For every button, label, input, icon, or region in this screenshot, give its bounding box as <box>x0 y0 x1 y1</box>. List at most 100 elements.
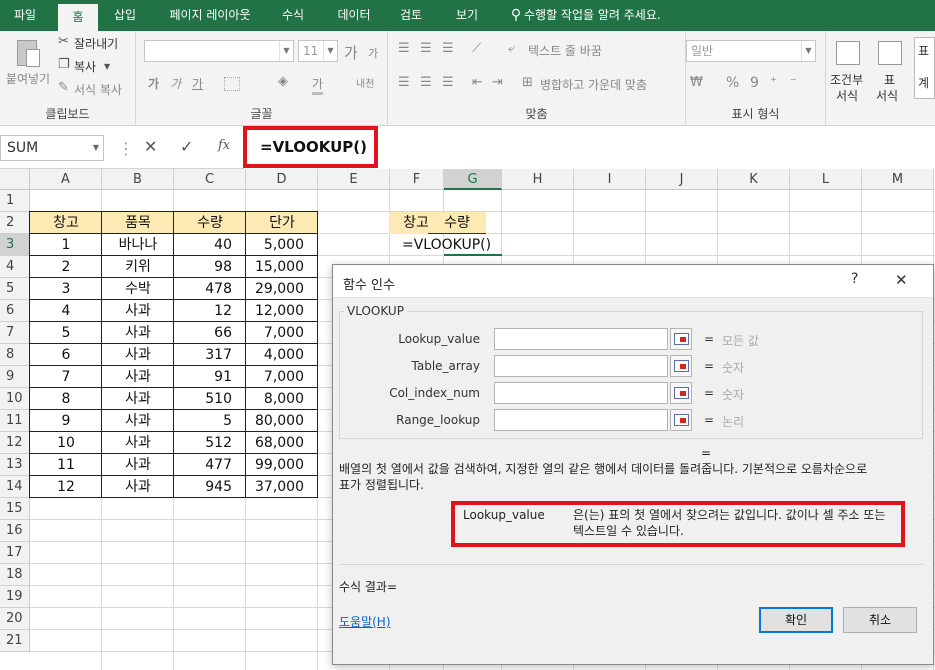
column-header-g[interactable]: G <box>444 169 502 190</box>
table-cell[interactable]: 99,000 <box>246 454 318 476</box>
align-middle-icon[interactable]: ☰ <box>420 41 432 57</box>
table-cell[interactable]: 10 <box>30 432 102 454</box>
argument-input-col-index-num[interactable] <box>494 382 668 404</box>
insert-function-icon[interactable]: fx <box>218 138 230 153</box>
table-header-cell[interactable]: 단가 <box>246 212 318 234</box>
tab-page-layout[interactable]: 페이지 레이아웃 <box>156 0 264 31</box>
italic-button[interactable]: 가 <box>170 75 181 92</box>
bold-button[interactable]: 가 <box>148 75 159 92</box>
table-cell[interactable]: 9 <box>30 410 102 432</box>
active-cell-g3[interactable]: =VLOOKUP() <box>400 234 491 256</box>
row-header-13[interactable]: 13 <box>0 454 30 476</box>
help-icon[interactable]: ? <box>851 271 858 287</box>
row-header-15[interactable]: 15 <box>0 498 30 520</box>
row-header-20[interactable]: 20 <box>0 608 30 630</box>
column-header-a[interactable]: A <box>30 169 102 190</box>
number-format-combo[interactable]: 일반 ▼ <box>686 40 816 62</box>
row-header-10[interactable]: 10 <box>0 388 30 410</box>
argument-input-table-array[interactable] <box>494 355 668 377</box>
table-cell[interactable]: 66 <box>174 322 246 344</box>
range-select-icon[interactable] <box>670 382 692 404</box>
range-select-icon[interactable] <box>670 328 692 350</box>
row-header-5[interactable]: 5 <box>0 278 30 300</box>
ok-button[interactable]: 확인 <box>759 607 833 633</box>
chevron-down-icon[interactable]: ▼ <box>93 136 99 160</box>
tab-formulas[interactable]: 수식 <box>272 0 314 31</box>
decrease-decimal-icon[interactable]: ⁻ <box>790 75 797 91</box>
column-header-c[interactable]: C <box>174 169 246 190</box>
orientation-icon[interactable]: ⟋ <box>472 41 481 57</box>
table-cell[interactable]: 5,000 <box>246 234 318 256</box>
table-cell[interactable]: 317 <box>174 344 246 366</box>
table-cell[interactable]: 7,000 <box>246 322 318 344</box>
table-cell[interactable]: 바나나 <box>102 234 174 256</box>
grow-font-button[interactable]: 가 <box>344 42 358 63</box>
row-header-18[interactable]: 18 <box>0 564 30 586</box>
table-cell[interactable]: 7 <box>30 366 102 388</box>
table-format-icon[interactable] <box>878 41 902 65</box>
range-select-icon[interactable] <box>670 355 692 377</box>
row-header-11[interactable]: 11 <box>0 410 30 432</box>
align-bottom-icon[interactable]: ☰ <box>442 41 454 57</box>
row-header-2[interactable]: 2 <box>0 212 30 234</box>
column-header-l[interactable]: L <box>790 169 862 190</box>
table-cell[interactable]: 512 <box>174 432 246 454</box>
tab-data[interactable]: 데이터 <box>326 0 382 31</box>
align-right-icon[interactable]: ☰ <box>442 75 454 91</box>
table-cell[interactable]: 68,000 <box>246 432 318 454</box>
table-cell[interactable]: 사과 <box>102 432 174 454</box>
column-header-f[interactable]: F <box>390 169 444 190</box>
table-cell[interactable]: 12 <box>30 476 102 498</box>
table-cell[interactable]: 사과 <box>102 454 174 476</box>
table-cell[interactable]: 1 <box>30 234 102 256</box>
copy-button[interactable]: 복사 <box>74 58 96 75</box>
increase-decimal-icon[interactable]: ⁺ <box>770 75 777 91</box>
fill-color-icon[interactable]: ◈ <box>278 74 288 90</box>
file-tab[interactable]: 파일 <box>0 0 50 31</box>
table-cell[interactable]: 사과 <box>102 476 174 498</box>
table-cell[interactable]: 사과 <box>102 410 174 432</box>
column-header-e[interactable]: E <box>318 169 390 190</box>
table-cell[interactable]: 8 <box>30 388 102 410</box>
format-painter-button[interactable]: 서식 복사 <box>74 81 122 98</box>
column-header-j[interactable]: J <box>646 169 718 190</box>
phonetic-button[interactable]: 내천 <box>356 75 374 90</box>
table-cell[interactable]: 80,000 <box>246 410 318 432</box>
table-cell[interactable]: 11 <box>30 454 102 476</box>
table-cell[interactable]: 4 <box>30 300 102 322</box>
table-cell[interactable]: 키위 <box>102 256 174 278</box>
row-header-1[interactable]: 1 <box>0 190 30 212</box>
name-box[interactable]: SUM ▼ <box>0 135 104 161</box>
conditional-format-line1[interactable]: 조건부 <box>830 71 863 88</box>
table-cell[interactable]: 사과 <box>102 344 174 366</box>
cell-styles-gallery[interactable]: 표 계 <box>914 37 935 99</box>
table-cell[interactable]: 사과 <box>102 300 174 322</box>
cancel-icon[interactable]: ✕ <box>144 137 157 156</box>
align-top-icon[interactable]: ☰ <box>398 41 410 57</box>
table-cell[interactable]: 5 <box>174 410 246 432</box>
argument-input-lookup-value[interactable] <box>494 328 668 350</box>
row-header-7[interactable]: 7 <box>0 322 30 344</box>
row-header-14[interactable]: 14 <box>0 476 30 498</box>
chevron-down-icon[interactable]: ▼ <box>104 59 110 75</box>
table-cell[interactable]: 477 <box>174 454 246 476</box>
close-icon[interactable]: ✕ <box>895 271 908 289</box>
underline-button[interactable]: 가 <box>192 75 203 92</box>
increase-indent-icon[interactable]: ⇥ <box>492 75 503 91</box>
row-header-3[interactable]: 3 <box>0 234 30 256</box>
decrease-indent-icon[interactable]: ⇤ <box>472 75 483 91</box>
table-header-cell[interactable]: 품목 <box>102 212 174 234</box>
align-center-icon[interactable]: ☰ <box>420 75 432 91</box>
tab-home[interactable]: 홈 <box>58 4 98 31</box>
row-header-19[interactable]: 19 <box>0 586 30 608</box>
table-cell[interactable]: 12,000 <box>246 300 318 322</box>
table-cell[interactable]: 510 <box>174 388 246 410</box>
paste-icon[interactable] <box>14 37 40 69</box>
tab-insert[interactable]: 삽입 <box>104 0 146 31</box>
lookup-header-cell[interactable]: 수량 <box>428 212 486 234</box>
row-header-16[interactable]: 16 <box>0 520 30 542</box>
table-cell[interactable]: 7,000 <box>246 366 318 388</box>
row-header-21[interactable]: 21 <box>0 630 30 652</box>
table-header-cell[interactable]: 수량 <box>174 212 246 234</box>
font-size-combo[interactable]: 11 ▼ <box>298 40 338 62</box>
